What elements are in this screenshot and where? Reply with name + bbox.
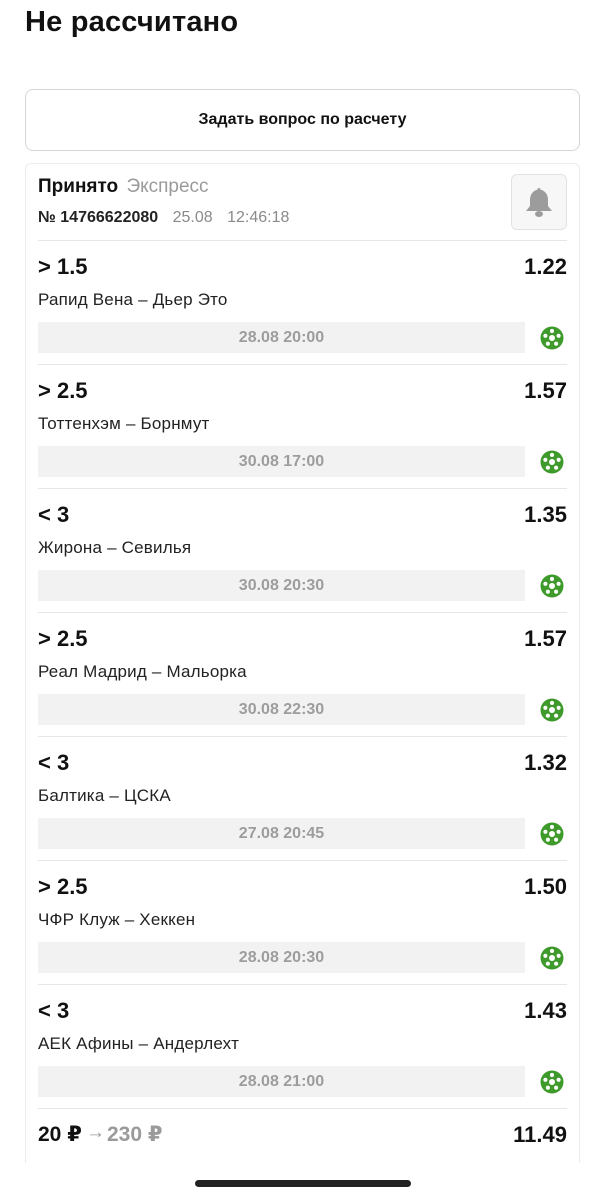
event-row[interactable]: > 1.5 1.22 Рапид Вена – Дьер Это 28.08 20:0…	[38, 240, 567, 364]
event-datetime: 28.08 20:30	[38, 942, 525, 973]
bet-card: Принято Экспресс № 14766622080 25.08 12:…	[25, 163, 580, 1163]
bet-meta: № 14766622080 25.08 12:46:18	[38, 208, 567, 228]
bet-date: 25.08	[172, 209, 213, 226]
event-match: Тоттенхэм – Борнмут	[38, 414, 210, 433]
stake-amount: 20 ₽	[38, 1123, 82, 1146]
bet-number: № 14766622080	[38, 209, 159, 226]
potential-payout: 230 ₽	[107, 1123, 163, 1146]
status-line: Принято Экспресс	[38, 176, 567, 198]
event-outcome: > 2.5	[38, 874, 88, 899]
notification-bell-button[interactable]	[511, 174, 567, 230]
event-outcome: > 2.5	[38, 626, 88, 651]
event-outcome: > 1.5	[38, 254, 88, 279]
event-outcome: < 3	[38, 750, 70, 775]
football-icon	[539, 449, 565, 475]
bet-details-page: Не рассчитано Задать вопрос по расчету П…	[0, 0, 605, 1200]
football-icon	[539, 821, 565, 847]
event-datetime: 28.08 20:00	[38, 322, 525, 353]
football-icon	[539, 945, 565, 971]
event-row[interactable]: < 3 1.43 АЕК Афины – Андерлехт 28.08 21:00	[38, 984, 567, 1108]
event-odds: 1.50	[524, 874, 567, 899]
event-odds: 1.57	[524, 626, 567, 651]
event-match: Реал Мадрид – Мальорка	[38, 662, 247, 681]
event-match: Рапид Вена – Дьер Это	[38, 290, 228, 309]
event-row[interactable]: < 3 1.35 Жирона – Севилья 30.08 20:30	[38, 488, 567, 612]
home-indicator[interactable]	[195, 1180, 411, 1187]
event-match: АЕК Афины – Андерлехт	[38, 1034, 240, 1053]
event-datetime: 30.08 22:30	[38, 694, 525, 725]
event-row[interactable]: > 2.5 1.50 ЧФР Клуж – Хеккен 28.08 20:30	[38, 860, 567, 984]
bet-status: Принято	[38, 176, 119, 197]
bet-card-header: Принято Экспресс № 14766622080 25.08 12:…	[38, 174, 567, 240]
event-odds: 1.43	[524, 998, 567, 1023]
football-icon	[539, 573, 565, 599]
football-icon	[539, 325, 565, 351]
event-match: Балтика – ЦСКА	[38, 786, 171, 805]
event-datetime: 30.08 17:00	[38, 446, 525, 477]
event-row[interactable]: > 2.5 1.57 Реал Мадрид – Мальорка 30.08 22:…	[38, 612, 567, 736]
event-row[interactable]: > 2.5 1.57 Тоттенхэм – Борнмут 30.08 17:00	[38, 364, 567, 488]
event-match: Жирона – Севилья	[38, 538, 192, 557]
football-icon	[539, 697, 565, 723]
event-odds: 1.35	[524, 502, 567, 527]
event-odds: 1.32	[524, 750, 567, 775]
bet-time: 12:46:18	[227, 209, 290, 226]
page-title: Не рассчитано	[25, 6, 239, 38]
bet-summary: 20 ₽ → 230 ₽ 11.49	[38, 1108, 567, 1163]
bet-type: Экспресс	[126, 176, 209, 197]
event-datetime: 27.08 20:45	[38, 818, 525, 849]
events-list: > 1.5 1.22 Рапид Вена – Дьер Это 28.08 20:0…	[38, 240, 567, 1108]
event-datetime: 28.08 21:00	[38, 1066, 525, 1097]
event-match: ЧФР Клуж – Хеккен	[38, 910, 196, 929]
arrow-right-icon: →	[86, 1122, 105, 1143]
ask-question-button[interactable]: Задать вопрос по расчету	[25, 89, 580, 151]
event-outcome: < 3	[38, 502, 70, 527]
bell-icon	[526, 188, 552, 217]
football-icon	[539, 1069, 565, 1095]
event-odds: 1.22	[524, 254, 567, 279]
event-row[interactable]: < 3 1.32 Балтика – ЦСКА 27.08 20:45	[38, 736, 567, 860]
event-outcome: < 3	[38, 998, 70, 1023]
event-outcome: > 2.5	[38, 378, 88, 403]
event-odds: 1.57	[524, 378, 567, 403]
event-datetime: 30.08 20:30	[38, 570, 525, 601]
total-odds: 11.49	[513, 1122, 567, 1147]
